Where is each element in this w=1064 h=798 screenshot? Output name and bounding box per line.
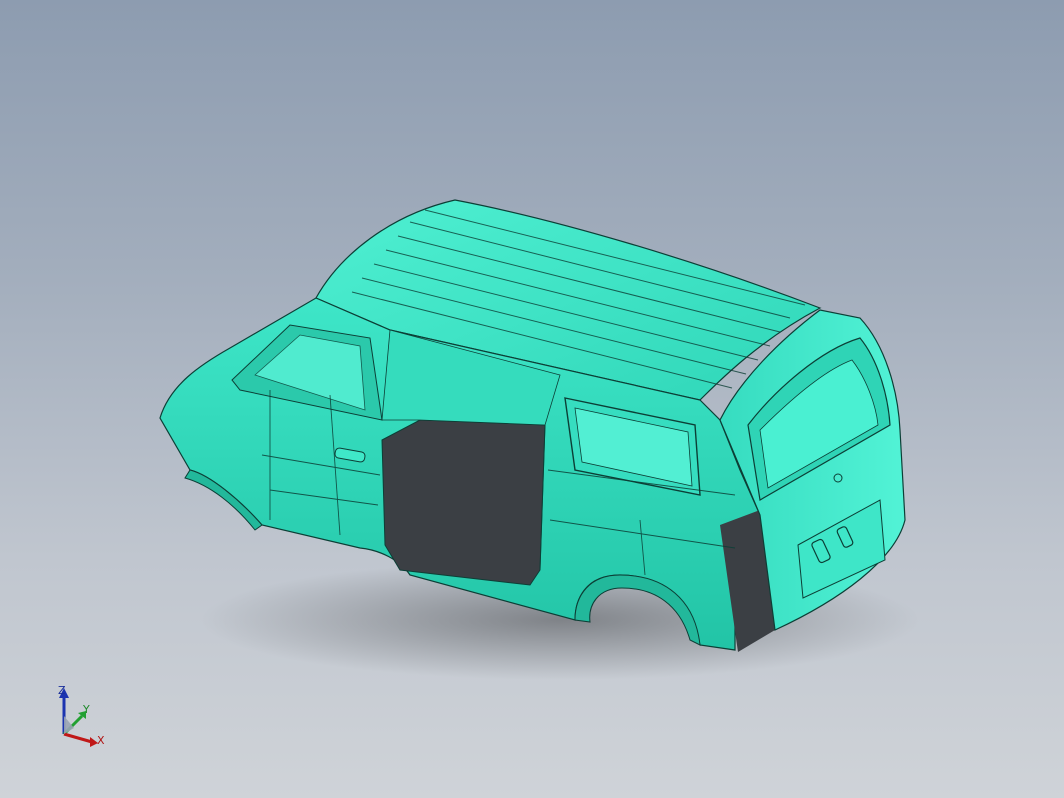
x-axis-label: X	[97, 734, 105, 747]
side-door-opening	[381, 419, 546, 586]
coordinate-triad: Z Y X	[40, 676, 130, 756]
y-axis-label: Y	[83, 703, 90, 716]
x-axis-line	[63, 732, 93, 744]
z-axis-label: Z	[58, 684, 66, 697]
van-body-model[interactable]	[0, 0, 1064, 798]
triad-axes	[59, 688, 98, 747]
graphics-viewport[interactable]: Z Y X	[0, 0, 1064, 798]
